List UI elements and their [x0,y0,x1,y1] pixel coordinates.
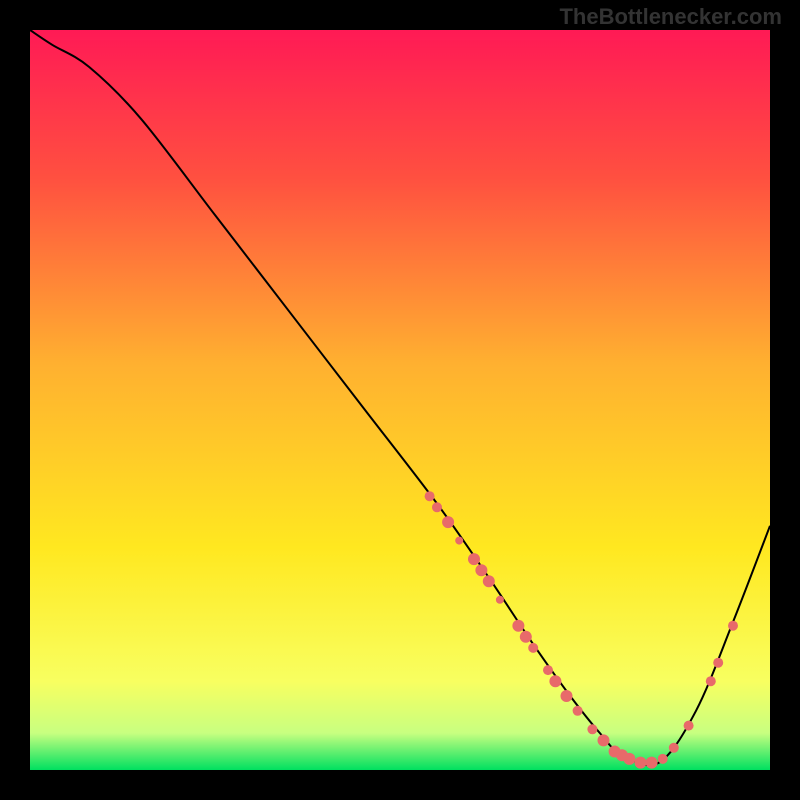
data-marker [468,553,480,565]
data-marker [496,596,504,604]
data-marker [543,665,553,675]
data-marker [425,491,435,501]
data-marker [483,575,495,587]
data-marker [512,620,524,632]
data-marker [658,754,668,764]
data-marker [475,564,487,576]
chart-plot-area [30,30,770,770]
data-marker [455,537,463,545]
data-marker [442,516,454,528]
data-marker [598,734,610,746]
data-marker [706,676,716,686]
data-marker [728,621,738,631]
chart-svg [30,30,770,770]
data-marker [528,643,538,653]
data-marker [646,757,658,769]
data-marker [587,724,597,734]
data-marker [669,743,679,753]
watermark-text: TheBottlenecker.com [559,4,782,30]
data-marker [549,675,561,687]
data-marker [432,502,442,512]
gradient-background [30,30,770,770]
data-marker [623,753,635,765]
data-marker [520,631,532,643]
data-marker [684,721,694,731]
data-marker [635,757,647,769]
data-marker [561,690,573,702]
data-marker [573,706,583,716]
data-marker [713,658,723,668]
